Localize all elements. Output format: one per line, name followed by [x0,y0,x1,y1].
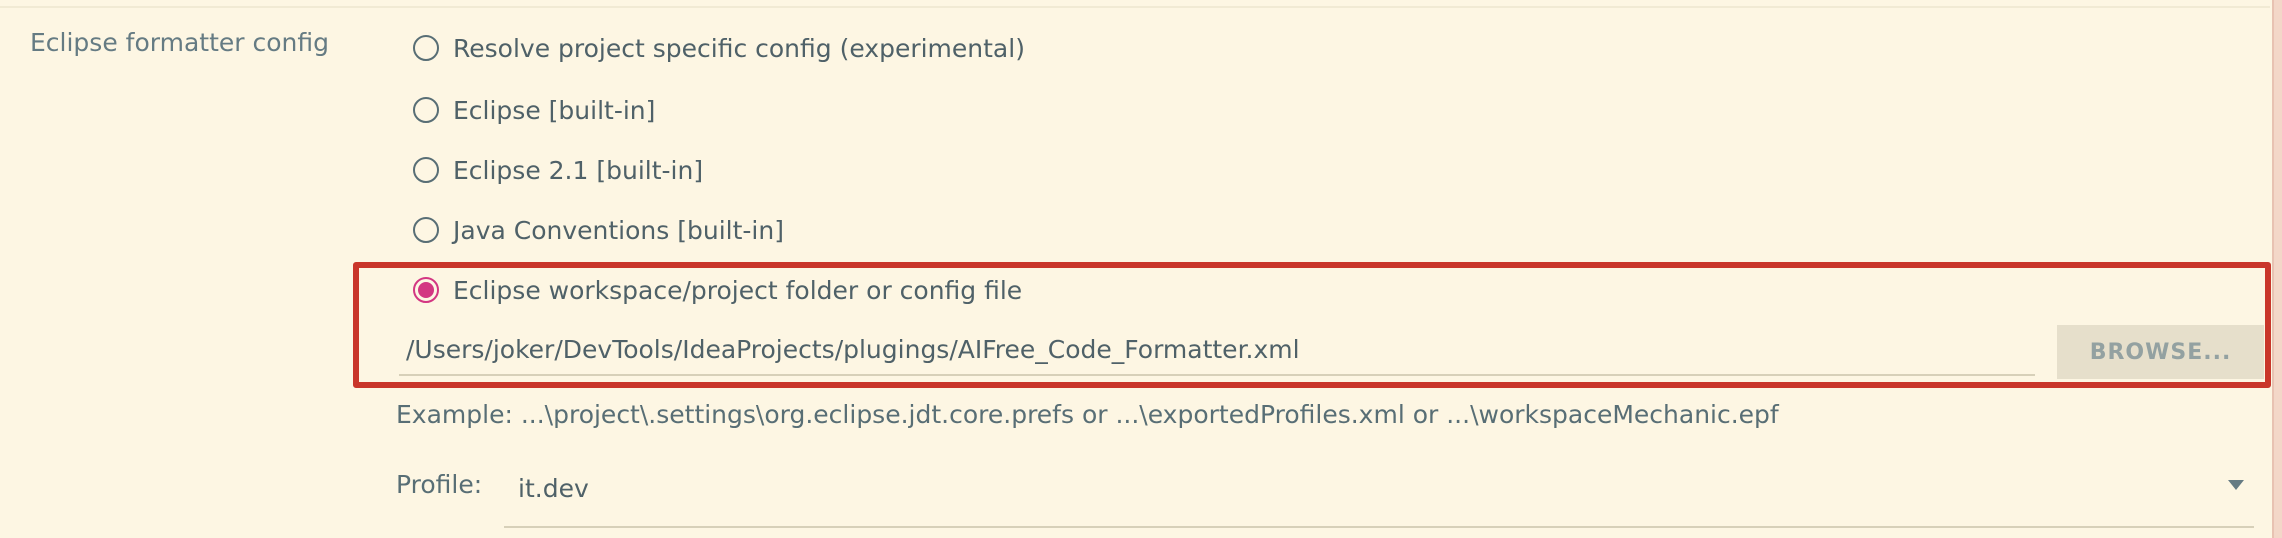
radio-button-unchecked[interactable] [413,35,439,61]
browse-button[interactable]: BROWSE... [2057,325,2264,379]
radio-button-unchecked[interactable] [413,97,439,123]
radio-label: Eclipse [built-in] [453,95,656,125]
radio-button-unchecked[interactable] [413,217,439,243]
chevron-down-icon[interactable] [2228,480,2244,490]
radio-label: Eclipse 2.1 [built-in] [453,155,704,185]
section-label-eclipse-formatter-config: Eclipse formatter config [30,28,329,57]
radio-option-resolve-project-specific[interactable]: Resolve project specific config (experim… [413,28,1025,68]
radio-button-unchecked[interactable] [413,157,439,183]
window-right-edge [2272,0,2282,538]
radio-option-eclipse-built-in[interactable]: Eclipse [built-in] [413,90,655,130]
profile-selected-value: it.dev [518,474,589,503]
radio-option-java-conventions-built-in[interactable]: Java Conventions [built-in] [413,210,784,250]
config-file-path-input[interactable]: /Users/joker/DevTools/IdeaProjects/plugi… [399,330,2035,376]
example-hint-text: Example: ...\project\.settings\org.eclip… [396,400,1779,429]
top-divider [0,6,2270,8]
radio-option-eclipse-2-1-built-in[interactable]: Eclipse 2.1 [built-in] [413,150,703,190]
radio-label: Resolve project specific config (experim… [453,33,1025,63]
profile-label: Profile: [396,470,483,499]
radio-label: Java Conventions [built-in] [453,215,784,245]
profile-dropdown[interactable]: it.dev [504,462,2254,528]
